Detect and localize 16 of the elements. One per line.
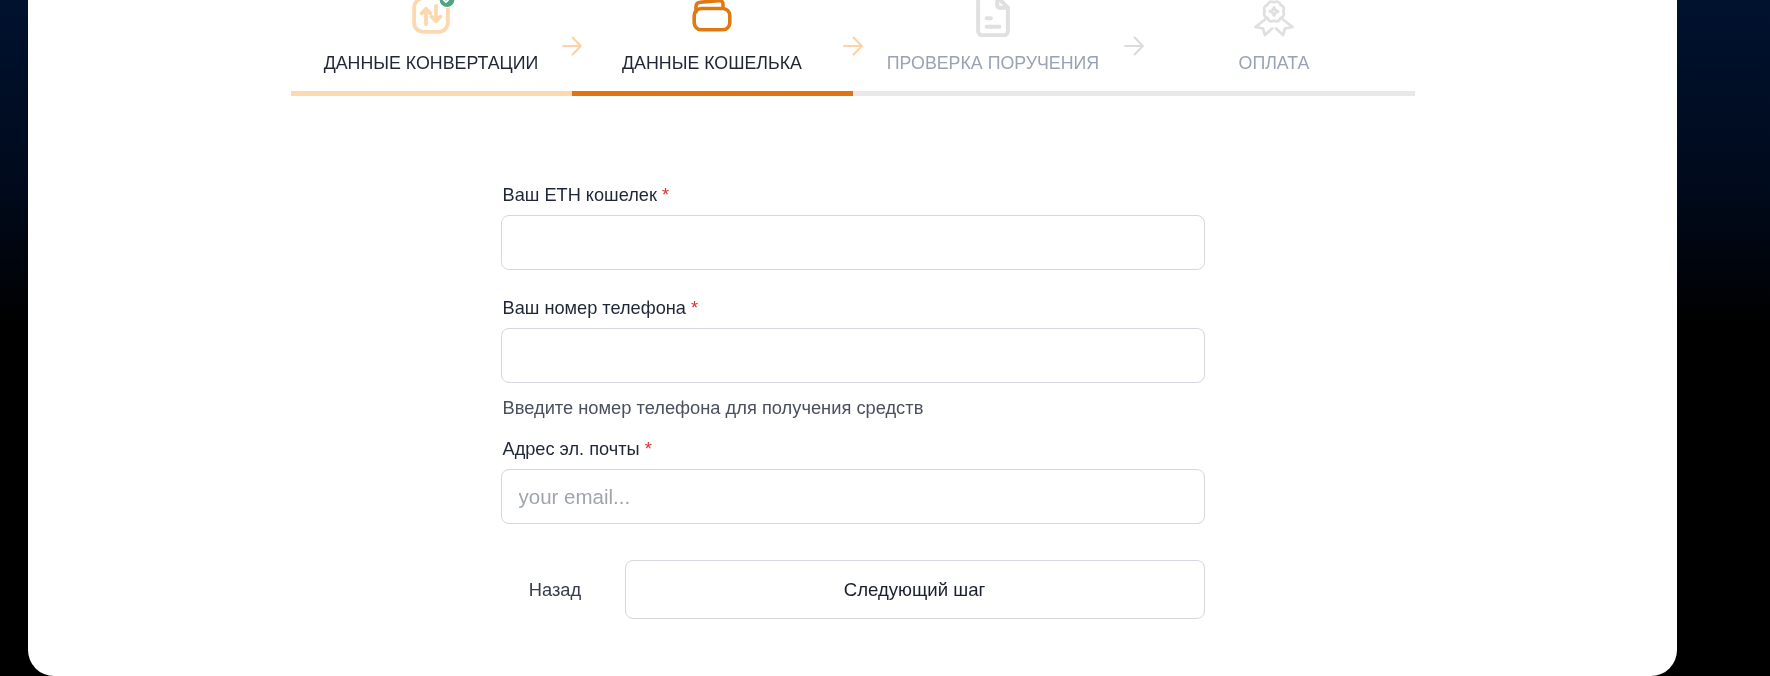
required-asterisk: * [690, 298, 698, 318]
required-asterisk: * [644, 439, 652, 459]
help-text: Введите номер телефона для получения средств [502, 397, 925, 419]
back-button[interactable]: Назад [500, 560, 610, 619]
required-asterisk: * [661, 185, 669, 205]
field-label: Ваш ETH кошелек [502, 185, 657, 205]
next-step-button[interactable]: Следующий шаг [624, 560, 1205, 619]
step-label: ОПЛАТА [1238, 53, 1310, 73]
field-label: Адрес эл. почты [502, 439, 640, 459]
text-input-field[interactable]: your email... [500, 469, 1205, 524]
step-label: ДАННЫЕ КОШЕЛЬКА [622, 53, 802, 73]
step-label: ПРОВЕРКА ПОРУЧЕНИЯ [886, 53, 1100, 73]
field-label: Ваш номер телефона [502, 298, 686, 318]
text-input-field[interactable] [500, 328, 1205, 383]
step-label: ДАННЫЕ КОНВЕРТАЦИИ [323, 53, 539, 73]
text-input-field[interactable] [500, 215, 1205, 270]
